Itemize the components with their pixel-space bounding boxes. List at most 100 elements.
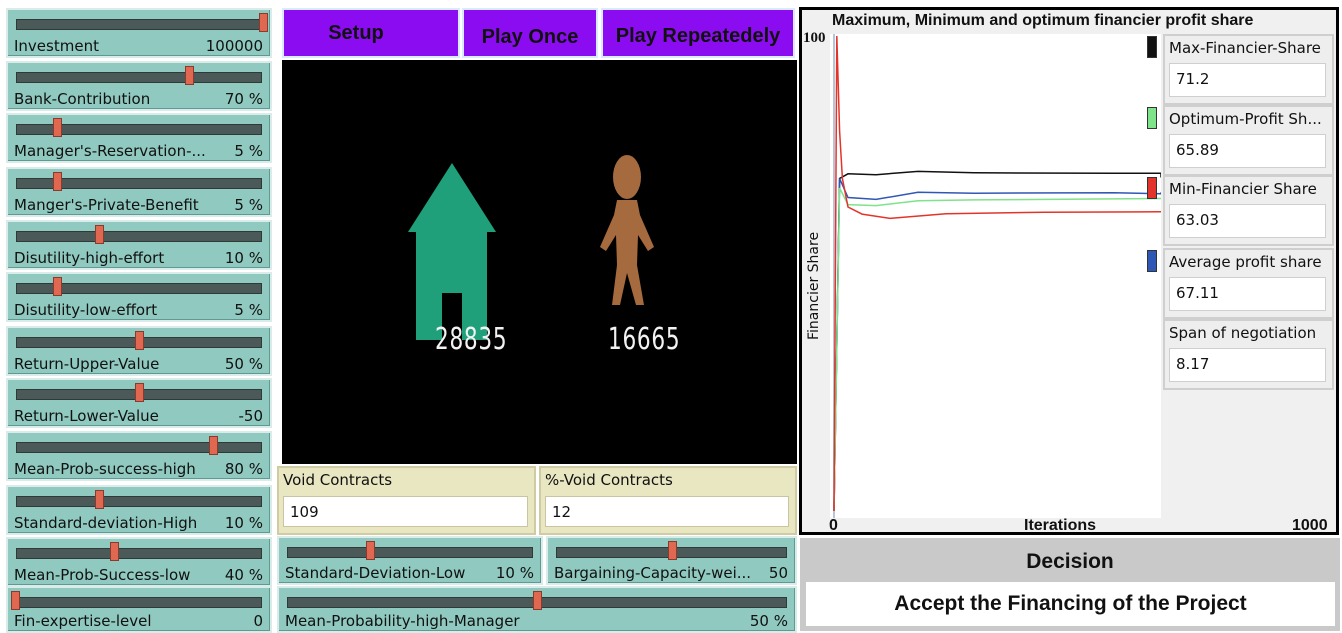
slider-investment[interactable]: Investment 100000 — [6, 8, 272, 58]
person-icon — [600, 155, 654, 305]
slider-handle[interactable] — [53, 172, 63, 191]
slider-value: 40 % — [224, 566, 263, 584]
slider-bargaining-capacity[interactable]: Bargaining-Capacity-wei... 50 — [546, 536, 797, 585]
slider-track[interactable] — [16, 597, 262, 608]
slider-value: 70 % — [224, 90, 263, 108]
slider-manger-s-private-benefit[interactable]: Manger's-Private-Benefit 5 % — [6, 167, 272, 217]
slider-value: 10 % — [495, 564, 534, 582]
slider-value: 5 % — [234, 142, 263, 160]
slider-label: Mean-Prob-success-high — [14, 460, 196, 478]
slider-mean-prob-success-high[interactable]: Mean-Prob-success-high 80 % — [6, 431, 272, 481]
plot-title: Maximum, Minimum and optimum financier p… — [832, 12, 1254, 29]
slider-manager-s-reservation[interactable]: Manager's-Reservation-... 5 % — [6, 113, 272, 163]
house-value-label: 28835 — [435, 322, 508, 357]
monitor-value: 67.11 — [1176, 284, 1219, 302]
plot-ylabel: Financier Share — [806, 231, 822, 340]
slider-track[interactable] — [16, 19, 262, 30]
play-repeatedly-button[interactable]: Play Repeatedely — [601, 8, 795, 58]
slider-return-upper-value[interactable]: Return-Upper-Value 50 % — [6, 326, 272, 376]
setup-button-label: Setup — [328, 22, 384, 44]
plot-series-line-2 — [833, 187, 1161, 512]
monitor-value-box: 65.89 — [1169, 134, 1326, 168]
decision-value: Accept the Financing of the Project — [894, 592, 1247, 615]
slider-handle[interactable] — [184, 66, 194, 85]
slider-label: Manger's-Private-Benefit — [14, 196, 199, 214]
play-once-button[interactable]: Play Once — [462, 8, 598, 58]
slider-value: 10 % — [224, 249, 263, 267]
slider-label: Bank-Contribution — [14, 90, 151, 108]
monitor-max-financier-share: Max-Financier-Share 71.2 — [1163, 34, 1334, 105]
slider-mean-prob-success-low[interactable]: Mean-Prob-Success-low 40 % — [6, 537, 272, 587]
slider-handle[interactable] — [53, 118, 63, 137]
play-once-button-label: Play Once — [481, 26, 579, 48]
slider-return-lower-value[interactable]: Return-Lower-Value -50 — [6, 378, 272, 428]
slider-handle[interactable] — [533, 591, 542, 610]
slider-mean-probability-high-manager[interactable]: Mean-Probability-high-Manager 50 % — [277, 586, 797, 633]
void-contracts-value: 109 — [290, 503, 319, 521]
slider-value: -50 — [238, 407, 264, 425]
pct-void-contracts-monitor: %-Void Contracts 12 — [539, 466, 797, 535]
slider-track[interactable] — [16, 442, 262, 453]
slider-label: Standard-Deviation-Low — [285, 564, 466, 582]
slider-handle[interactable] — [667, 541, 677, 560]
house-roof — [408, 163, 496, 232]
slider-disutility-low-effort[interactable]: Disutility-low-effort 5 % — [6, 272, 272, 322]
slider-label: Standard-deviation-High — [14, 514, 198, 532]
slider-handle[interactable] — [95, 225, 105, 244]
decision-panel: Decision Accept the Financing of the Pro… — [800, 538, 1340, 631]
slider-standard-deviation-low[interactable]: Standard-Deviation-Low 10 % — [277, 536, 543, 585]
slider-bank-contribution[interactable]: Bank-Contribution 70 % — [6, 61, 272, 111]
world-view[interactable]: 28835 16665 — [282, 60, 797, 464]
monitor-value-box: 8.17 — [1169, 348, 1326, 382]
pct-void-contracts-label: %-Void Contracts — [545, 471, 673, 489]
slider-handle[interactable] — [110, 542, 120, 561]
plot-series-line-1 — [833, 178, 1161, 512]
slider-value: 50 % — [224, 355, 263, 373]
slider-track[interactable] — [16, 496, 262, 507]
slider-track[interactable] — [16, 548, 262, 559]
slider-disutility-high-effort[interactable]: Disutility-high-effort 10 % — [6, 220, 272, 270]
slider-handle[interactable] — [366, 541, 376, 560]
legend-swatch — [1147, 107, 1157, 129]
slider-label: Fin-expertise-level — [14, 612, 152, 630]
monitor-label: Optimum-Profit Sh... — [1169, 110, 1322, 128]
monitor-value-box: 71.2 — [1169, 63, 1326, 97]
slider-track[interactable] — [16, 231, 262, 242]
slider-label: Mean-Prob-Success-low — [14, 566, 191, 584]
slider-handle[interactable] — [95, 490, 105, 509]
monitor-label: Max-Financier-Share — [1169, 39, 1321, 57]
slider-label: Return-Lower-Value — [14, 407, 159, 425]
monitor-label: Span of negotiation — [1169, 324, 1317, 342]
slider-label: Bargaining-Capacity-wei... — [554, 564, 752, 582]
slider-label: Mean-Probability-high-Manager — [285, 612, 520, 630]
slider-label: Disutility-high-effort — [14, 249, 165, 267]
legend-swatch — [1147, 177, 1157, 199]
house-icon — [408, 163, 496, 340]
slider-handle[interactable] — [135, 383, 144, 402]
slider-label: Disutility-low-effort — [14, 301, 158, 319]
plot-xlabel: Iterations — [1024, 517, 1097, 534]
slider-label: Return-Upper-Value — [14, 355, 160, 373]
plot-area — [830, 34, 1161, 518]
monitor-label: Average profit share — [1169, 253, 1322, 271]
slider-standard-deviation-high[interactable]: Standard-deviation-High 10 % — [6, 485, 272, 535]
monitor-value: 71.2 — [1176, 70, 1210, 88]
plot-series-line-3 — [833, 35, 1161, 512]
monitor-min-financier-share: Min-Financier Share 63.03 — [1163, 175, 1334, 246]
monitor-average-profit-share: Average profit share 67.11 — [1163, 248, 1334, 319]
legend-swatch — [1147, 250, 1157, 272]
monitor-value-box: 67.11 — [1169, 277, 1326, 311]
slider-value: 80 % — [224, 460, 263, 478]
void-contracts-value-box: 109 — [283, 496, 528, 527]
slider-handle[interactable] — [135, 331, 144, 350]
slider-label: Investment — [14, 37, 99, 55]
slider-handle[interactable] — [53, 277, 63, 296]
slider-track[interactable] — [16, 72, 262, 83]
slider-track[interactable] — [287, 547, 533, 558]
slider-handle[interactable] — [11, 591, 20, 610]
person-value-label: 16665 — [608, 322, 681, 357]
setup-button[interactable]: Setup — [282, 8, 460, 58]
slider-handle[interactable] — [209, 436, 219, 455]
slider-value: 50 — [768, 564, 788, 582]
slider-fin-expertise-level[interactable]: Fin-expertise-level 0 — [6, 586, 272, 633]
